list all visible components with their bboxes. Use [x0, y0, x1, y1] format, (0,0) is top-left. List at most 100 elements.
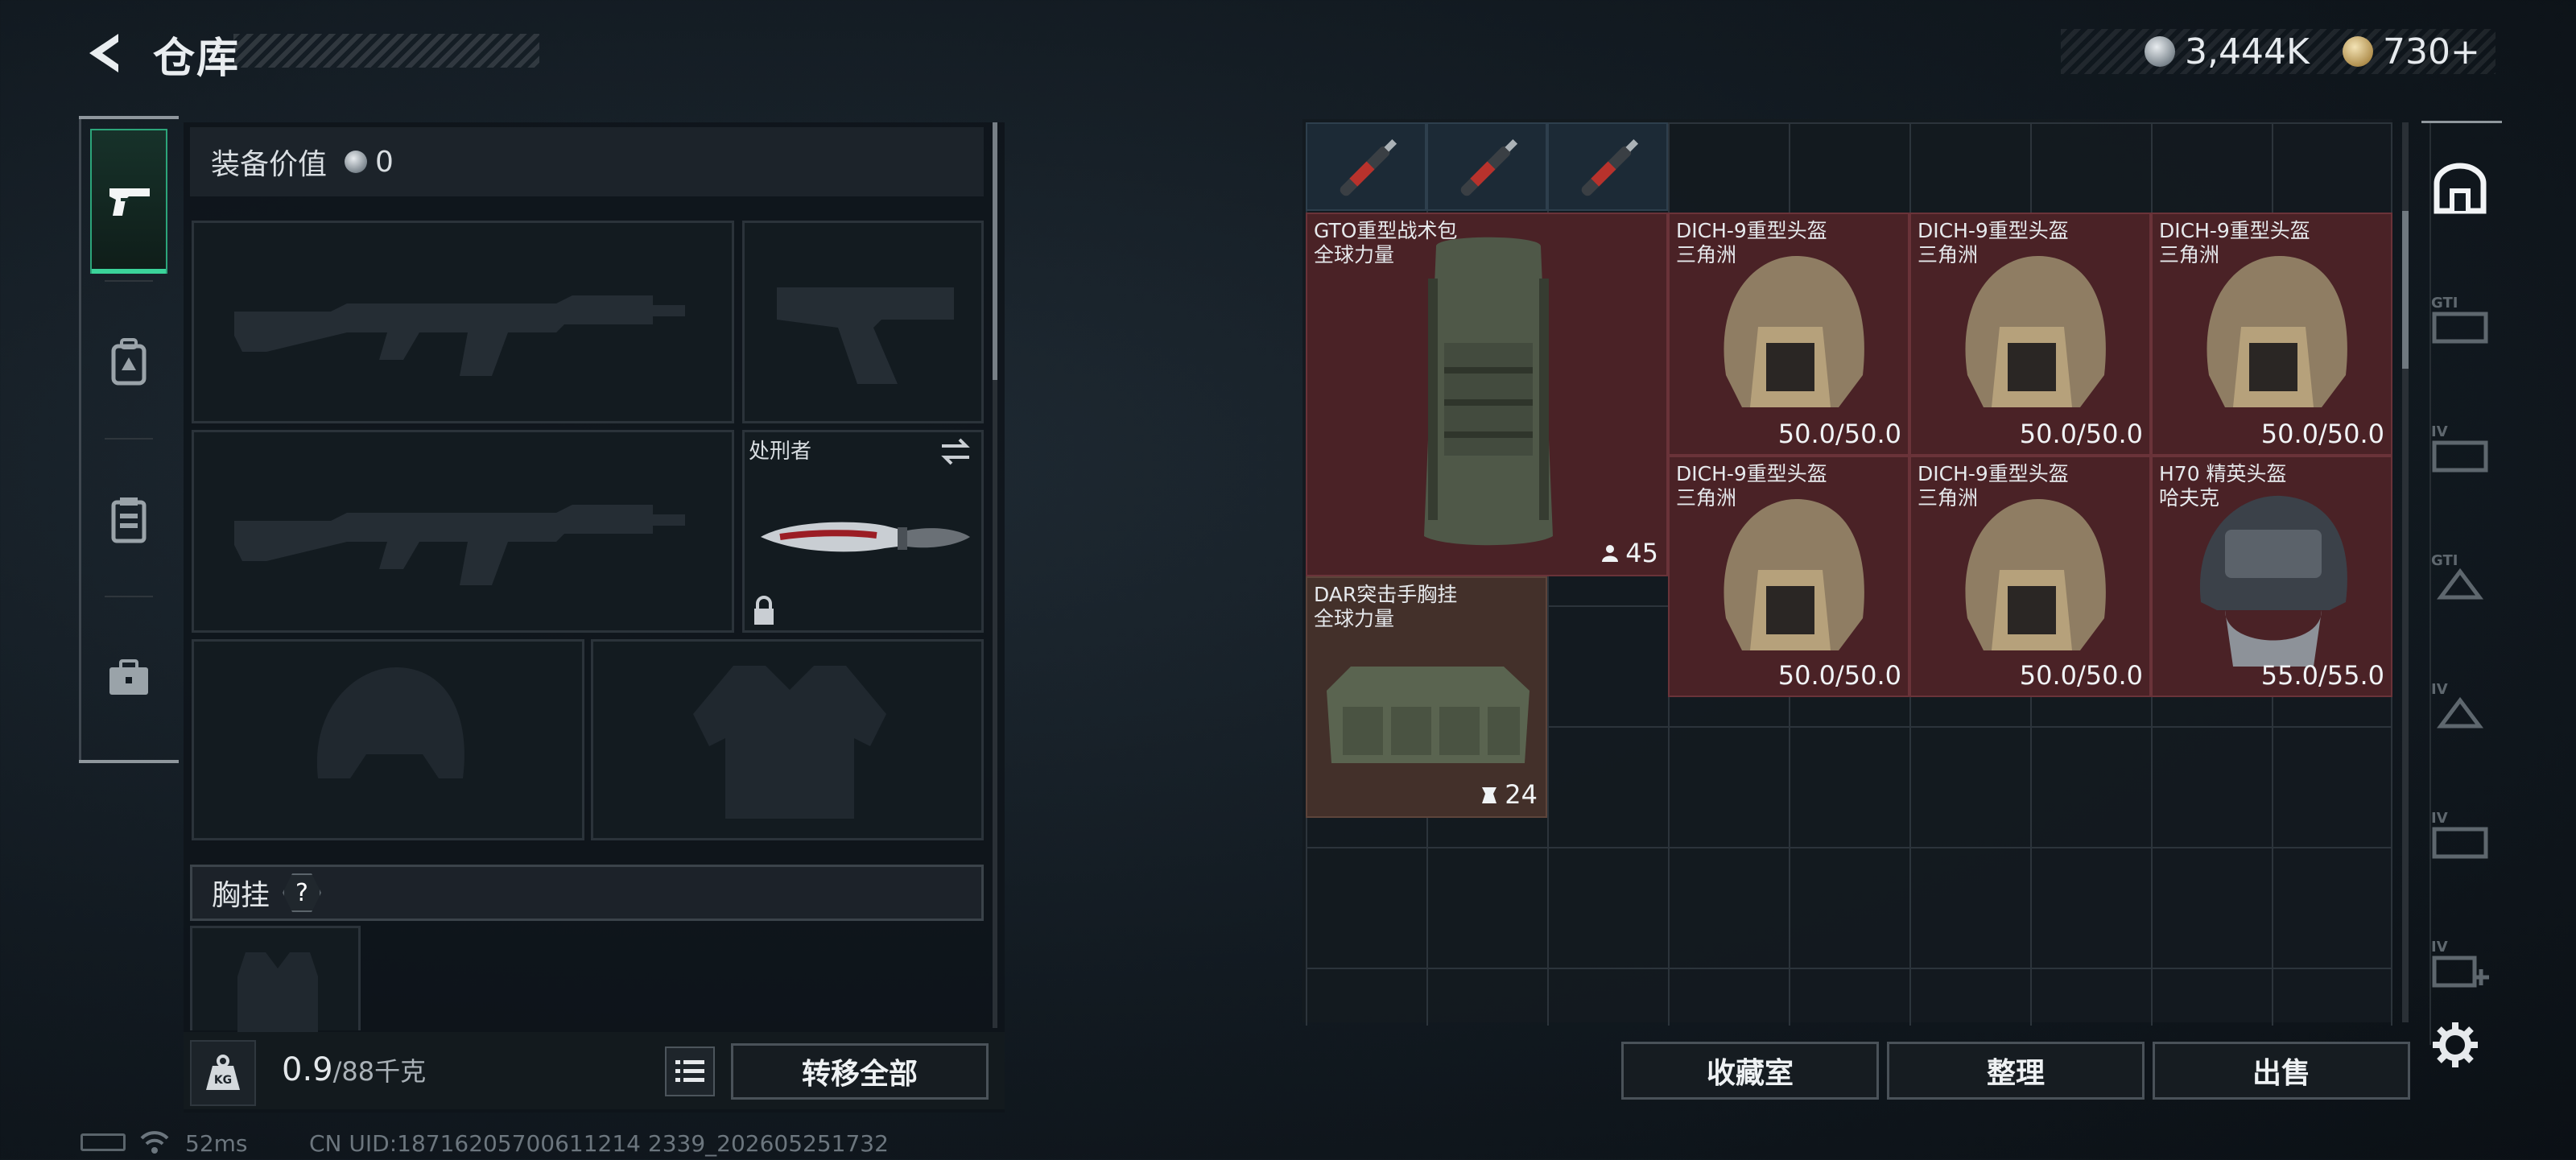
helmet-item-icon — [2207, 255, 2347, 407]
armor-slot[interactable] — [591, 639, 984, 840]
storage-tab-iv-2[interactable]: IV — [2421, 668, 2499, 741]
iv-storage-icon: IV — [2431, 423, 2488, 473]
pistol-slot[interactable] — [742, 221, 984, 423]
durability-value: 50.0/50.0 — [2019, 419, 2143, 449]
storage-item-injector[interactable] — [1426, 122, 1547, 211]
swap-icon[interactable] — [939, 435, 972, 469]
category-case[interactable] — [90, 605, 167, 750]
item-name: H70 精英头盔 — [2159, 462, 2287, 485]
storage-tab-iv-add[interactable]: IV — [2421, 926, 2499, 998]
primary-weapon-slot-1[interactable] — [192, 221, 734, 423]
storage-item-helmet[interactable]: DICH-9重型头盔 三角洲 50.0/50.0 — [1668, 213, 1909, 456]
helmet-item-icon — [1724, 498, 1864, 650]
category-backpack[interactable] — [90, 290, 167, 435]
svg-text:IV: IV — [2431, 939, 2448, 956]
storage-item-helmet[interactable]: DICH-9重型头盔 三角洲 50.0/50.0 — [1668, 456, 1909, 697]
capacity-icon — [1482, 787, 1497, 803]
chest-rig-header: 胸挂 ? — [190, 865, 984, 921]
helmet-silhouette-icon — [316, 667, 464, 778]
page-title: 仓库 — [153, 35, 241, 83]
rail-divider — [105, 596, 153, 597]
gold-amount: 730+ — [2383, 31, 2480, 72]
rifle-silhouette-icon — [234, 295, 685, 376]
lock-icon — [752, 596, 776, 628]
right-rail-divider — [2421, 121, 2502, 123]
storage-item-injector[interactable] — [1547, 122, 1668, 211]
organize-button[interactable]: 整理 — [1887, 1042, 2145, 1100]
wifi-icon — [138, 1130, 171, 1160]
silver-amount: 3,444K — [2185, 31, 2310, 72]
list-icon — [675, 1060, 704, 1082]
gti-storage-icon: GTI — [2431, 552, 2483, 600]
transfer-all-button[interactable]: 转移全部 — [731, 1043, 989, 1100]
helmet-slot[interactable] — [192, 639, 584, 840]
sell-button[interactable]: 出售 — [2153, 1042, 2410, 1100]
equipment-value: 0 — [375, 145, 394, 179]
equipment-value-bar: 装备价值 0 — [190, 127, 984, 196]
loadout-scrollbar-thumb[interactable] — [993, 122, 997, 380]
armor-silhouette-icon — [693, 666, 886, 819]
weight-max: /88千克 — [332, 1056, 427, 1087]
item-name: DICH-9重型头盔 — [1918, 462, 2069, 485]
storage-item-chest-rig[interactable]: DAR突击手胸挂 全球力量 24 — [1306, 576, 1547, 818]
item-name: DICH-9重型头盔 — [2159, 219, 2310, 242]
storage-tab-gti-2[interactable]: GTI — [2421, 539, 2499, 612]
warehouse-icon — [2434, 163, 2487, 214]
storage-item-helmet[interactable]: DICH-9重型头盔 三角洲 50.0/50.0 — [1909, 213, 2151, 456]
help-icon[interactable]: ? — [283, 873, 322, 912]
svg-text:IV: IV — [2431, 681, 2448, 698]
gold-currency[interactable]: 730+ — [2343, 29, 2480, 74]
injector-icon — [1460, 138, 1518, 196]
storage-item-helmet[interactable]: DICH-9重型头盔 三角洲 50.0/50.0 — [1909, 456, 2151, 697]
item-name: DAR突击手胸挂 — [1314, 583, 1458, 606]
weight-icon-box: KG — [190, 1040, 256, 1106]
iv-storage-icon: IV — [2431, 810, 2488, 859]
pistol-icon — [109, 188, 150, 216]
storage-item-backpack[interactable]: GTO重型战术包 全球力量 45 — [1306, 213, 1668, 576]
elite-helmet-item-icon — [2199, 495, 2347, 667]
storage-tab-gti-1[interactable]: GTI — [2421, 282, 2499, 354]
storage-tab-iv-3[interactable]: IV — [2421, 797, 2499, 869]
primary-weapon-slot-2[interactable] — [192, 430, 734, 633]
chest-rig-item-icon — [1327, 667, 1530, 763]
item-name: DICH-9重型头盔 — [1918, 219, 2069, 242]
chest-rig-slot[interactable] — [190, 926, 361, 1033]
storage-item-helmet[interactable]: DICH-9重型头盔 三角洲 50.0/50.0 — [2151, 213, 2392, 456]
backpack-item-icon — [1424, 237, 1553, 546]
rail-bottom-divider — [79, 760, 179, 763]
storage-item-injector[interactable] — [1306, 122, 1426, 211]
back-arrow-icon — [89, 34, 118, 72]
rail-line — [79, 116, 81, 763]
storage-tab-iv-1[interactable]: IV — [2421, 411, 2499, 483]
silver-currency[interactable]: 3,444K — [2145, 29, 2310, 74]
rail-divider — [105, 438, 153, 440]
storage-item-elite-helmet[interactable]: H70 精英头盔 哈夫克 55.0/55.0 — [2151, 456, 2392, 697]
svg-text:IV: IV — [2431, 810, 2448, 827]
collection-button[interactable]: 收藏室 — [1621, 1042, 1879, 1100]
silver-coin-icon — [2145, 36, 2175, 67]
knife-icon — [761, 522, 970, 552]
weight-readout: 0.9/88千克 — [282, 1051, 426, 1088]
settings-gear-icon[interactable] — [2431, 1021, 2479, 1069]
injector-icon — [1340, 138, 1397, 196]
back-button[interactable] — [80, 31, 126, 76]
iv-storage-icon: IV — [2431, 681, 2483, 729]
weight-current: 0.9 — [282, 1051, 333, 1088]
chest-rig-silhouette-icon — [237, 952, 318, 1033]
rail-divider — [105, 280, 153, 282]
ping-text: 52ms — [185, 1130, 248, 1157]
storage-scrollbar-thumb[interactable] — [2402, 211, 2409, 369]
equipment-value-label: 装备价值 — [211, 148, 328, 181]
category-vest[interactable] — [90, 448, 167, 592]
storage-tab-main[interactable] — [2421, 153, 2499, 225]
uid-text: CN UID:18716205700611214 2339_2026052517… — [309, 1130, 889, 1157]
durability-value: 50.0/50.0 — [1777, 419, 1901, 449]
category-weapons[interactable] — [90, 129, 167, 274]
durability-value: 50.0/50.0 — [2260, 419, 2384, 449]
list-view-button[interactable] — [665, 1046, 715, 1096]
gti-storage-icon: GTI — [2431, 295, 2488, 344]
pistol-silhouette-icon — [777, 287, 954, 384]
durability-value: 50.0/50.0 — [1777, 660, 1901, 691]
rail-top-divider — [79, 116, 179, 119]
backpack-icon — [111, 338, 147, 386]
